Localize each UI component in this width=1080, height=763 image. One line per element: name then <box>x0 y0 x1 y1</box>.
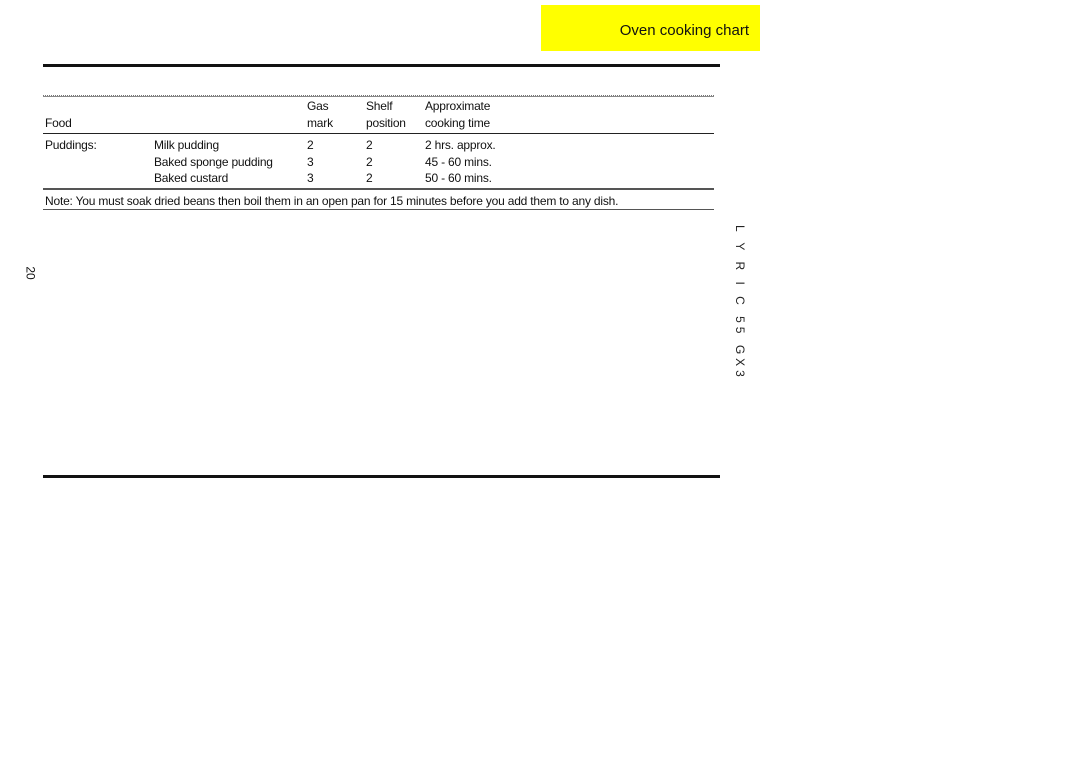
food-cell: Milk pudding <box>154 138 219 152</box>
shelf-cell: 2 <box>366 155 373 169</box>
model-label: L Y R I C 55 GX3 <box>733 225 747 381</box>
gas-mark-cell: 3 <box>307 155 314 169</box>
top-rule <box>43 64 720 67</box>
shelf-cell: 2 <box>366 171 373 185</box>
page-number: 20 <box>23 266 38 280</box>
food-cell: Baked custard <box>154 171 229 185</box>
col-shelf-line2: position <box>366 116 406 130</box>
section-title-banner: Oven cooking chart <box>541 5 760 51</box>
note-bottom-rule <box>43 209 714 210</box>
table-bottom-rule <box>43 188 714 190</box>
table-top-rule <box>43 95 714 97</box>
shelf-cell: 2 <box>366 138 373 152</box>
time-cell: 50 - 60 mins. <box>425 171 492 185</box>
col-food-header: Food <box>45 116 72 130</box>
category-label: Puddings: <box>45 138 97 152</box>
col-gas-line2: mark <box>307 116 333 130</box>
time-cell: 45 - 60 mins. <box>425 155 492 169</box>
col-gas-line1: Gas <box>307 99 329 113</box>
col-shelf-line1: Shelf <box>366 99 393 113</box>
col-time-line2: cooking time <box>425 116 490 130</box>
header-divider <box>43 133 714 134</box>
gas-mark-cell: 2 <box>307 138 314 152</box>
col-time-line1: Approximate <box>425 99 491 113</box>
food-cell: Baked sponge pudding <box>154 155 273 169</box>
section-title: Oven cooking chart <box>619 22 749 39</box>
table-note: Note: You must soak dried beans then boi… <box>45 194 619 208</box>
gas-mark-cell: 3 <box>307 171 314 185</box>
time-cell: 2 hrs. approx. <box>425 138 496 152</box>
bottom-rule <box>43 475 720 478</box>
